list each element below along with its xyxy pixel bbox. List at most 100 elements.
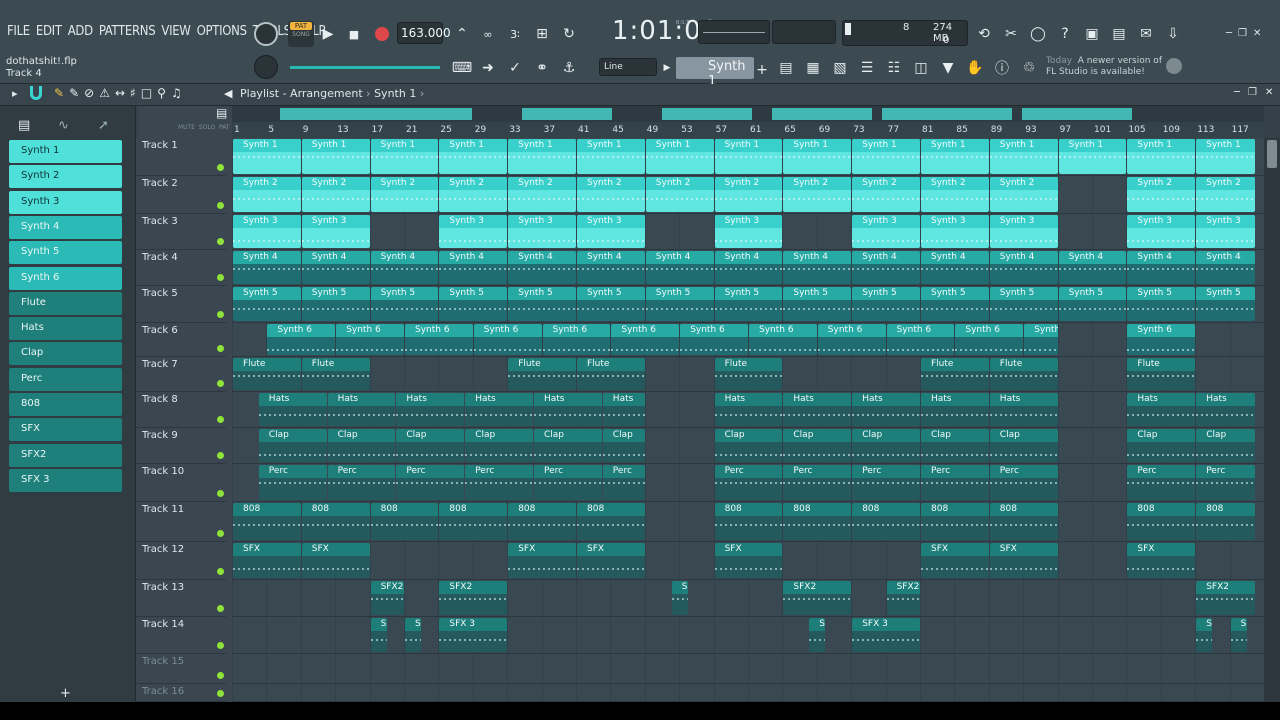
pattern-clip[interactable]: Perc [989, 465, 1058, 500]
pattern-clip[interactable]: Synth 1 [852, 139, 920, 174]
piano-roll-button[interactable]: ▦ [801, 55, 825, 81]
pattern-clip[interactable]: Perc [602, 465, 645, 500]
pattern-clip[interactable]: SFX2 [886, 581, 920, 615]
pattern-clip[interactable]: Synth 2 [921, 177, 989, 212]
pattern-clip[interactable]: Synth 3 [714, 215, 783, 248]
pattern-clip[interactable]: SFX2 [439, 581, 508, 615]
pattern-clip[interactable]: Synth 1 [645, 139, 714, 174]
picker-automation-icon[interactable]: ➚ [98, 118, 109, 133]
pattern-clip[interactable]: Clap [714, 429, 783, 462]
pattern-clip[interactable]: SFX 3 [370, 618, 387, 652]
pattern-clip[interactable]: Flute [1127, 358, 1196, 390]
track-header[interactable]: Track 16 [136, 684, 226, 702]
pattern-clip[interactable]: Synth 1 [1196, 139, 1256, 174]
pattern-clip[interactable]: 808 [1127, 503, 1196, 540]
pattern-clip[interactable]: Clap [327, 429, 396, 462]
close-icon[interactable]: ✕ [1265, 87, 1273, 98]
picker-item[interactable]: Flute [9, 291, 122, 315]
minimize-icon[interactable]: ─ [1226, 28, 1232, 40]
select-tool-icon[interactable]: □ [141, 86, 157, 100]
pattern-clip[interactable]: Synth 1 [783, 139, 852, 174]
pattern-clip[interactable]: Synth 2 [1196, 177, 1256, 212]
help-button[interactable]: ? [1053, 21, 1077, 47]
playlist-button[interactable]: ▤ [774, 55, 798, 81]
pattern-clip[interactable]: Hats [1127, 393, 1196, 426]
pattern-clip[interactable]: Hats [852, 393, 920, 426]
pattern-clip[interactable]: Synth 1 [233, 139, 301, 174]
cut-button[interactable]: ✂ [999, 21, 1023, 47]
pattern-clip[interactable]: Synth 4 [645, 251, 714, 284]
restore-icon[interactable]: ❐ [1238, 28, 1247, 40]
touch-controller-button[interactable]: ✋ [963, 55, 987, 81]
close-icon[interactable]: ✕ [1253, 28, 1261, 40]
record-audio-button[interactable]: ◯ [1026, 21, 1050, 47]
playlist-grid[interactable]: Synth 1 Synth 1 Synth 1 Synth 1 Synth 1 Synth… [232, 138, 1264, 702]
add-pattern-plus-icon[interactable]: + [60, 686, 71, 701]
loop-record-button[interactable]: ↻ [557, 21, 581, 47]
pattern-clip[interactable]: Synth 4 [852, 251, 920, 284]
pattern-clip[interactable]: Clap [465, 429, 533, 462]
menu-file[interactable]: FILE [4, 24, 33, 39]
pattern-clip[interactable]: Synth 3 [577, 215, 645, 248]
pattern-clip[interactable]: Clap [1196, 429, 1256, 462]
playlist-overview-scrollbar[interactable] [232, 106, 1264, 122]
picker-item[interactable]: Synth 4 [9, 215, 122, 239]
pattern-clip[interactable]: Flute [921, 358, 989, 390]
pattern-clip[interactable]: SFX [508, 543, 576, 578]
pattern-clip[interactable]: Synth 6 [886, 324, 955, 355]
track-mute-led[interactable] [217, 416, 224, 423]
pattern-clip[interactable]: Perc [1127, 465, 1196, 500]
playlist-options-icon[interactable]: ◀ [224, 87, 232, 100]
pattern-clip[interactable]: Clap [258, 429, 327, 462]
pattern-clip[interactable]: Synth 4 [714, 251, 783, 284]
track-header[interactable]: Track 11 [136, 502, 226, 542]
pattern-clip[interactable]: SFX 3 [405, 618, 422, 652]
pattern-clip[interactable]: SFX [1127, 543, 1196, 578]
pattern-clip[interactable]: 808 [921, 503, 989, 540]
plugin-button[interactable]: ▼ [936, 55, 960, 81]
pattern-clip[interactable]: Synth 4 [370, 251, 439, 284]
track-header[interactable]: Track 13 [136, 580, 226, 617]
undo-button[interactable]: ⟲ [972, 21, 996, 47]
export-button[interactable]: ▤ [1107, 21, 1131, 47]
pattern-clip[interactable]: Synth 2 [439, 177, 508, 212]
track-mute-led[interactable] [217, 452, 224, 459]
pattern-clip[interactable]: Synth 3 [852, 215, 920, 248]
pattern-clip[interactable]: Synth 4 [1196, 251, 1256, 284]
menu-options[interactable]: OPTIONS [194, 24, 250, 39]
link-button[interactable]: ⚭ [530, 55, 554, 81]
stop-button[interactable]: ■ [342, 21, 366, 47]
pattern-clip[interactable]: Perc [921, 465, 989, 500]
pattern-clip[interactable]: SFX2 [1196, 581, 1256, 615]
pattern-clip[interactable]: SFX 3 [1230, 618, 1247, 652]
pattern-clip[interactable]: Synth 5 [370, 287, 439, 321]
pattern-clip[interactable]: Hats [465, 393, 533, 426]
pattern-clip[interactable]: Perc [534, 465, 602, 500]
pattern-clip[interactable]: Synth 2 [783, 177, 852, 212]
pattern-clip[interactable]: 808 [370, 503, 439, 540]
news-panel[interactable]: Today A newer version of FL Studio is av… [1046, 56, 1164, 80]
pattern-clip[interactable]: Hats [714, 393, 783, 426]
track-header[interactable]: Track 6 [136, 323, 226, 357]
track-mute-led[interactable] [217, 490, 224, 497]
pattern-clip[interactable]: Synth 6 [405, 324, 473, 355]
play-button[interactable]: ▶ [316, 21, 340, 47]
pattern-clip[interactable]: Synth 5 [577, 287, 645, 321]
link-arrow-button[interactable]: ➜ [476, 55, 500, 81]
pattern-clip[interactable]: Synth 2 [1127, 177, 1196, 212]
pattern-clip[interactable]: Flute [714, 358, 783, 390]
pattern-clip[interactable]: Hats [1196, 393, 1256, 426]
picker-item[interactable]: SFX2 [9, 443, 122, 467]
pattern-clip[interactable]: Synth 1 [989, 139, 1058, 174]
pattern-clip[interactable]: 808 [852, 503, 920, 540]
pattern-clip[interactable]: Synth 4 [577, 251, 645, 284]
pattern-clip[interactable]: Synth 2 [370, 177, 439, 212]
playlist-menu-arrow-icon[interactable]: ▸ [12, 87, 18, 100]
shop-button[interactable]: ♲ [1017, 55, 1041, 81]
pattern-clip[interactable]: Synth 3 [1196, 215, 1256, 248]
vertical-scrollbar[interactable] [1264, 138, 1280, 702]
pattern-clip[interactable]: Synth 1 [577, 139, 645, 174]
save-button[interactable]: ▣ [1080, 21, 1104, 47]
news-globe-icon[interactable] [1166, 58, 1182, 74]
download-button[interactable]: ⇩ [1161, 21, 1185, 47]
